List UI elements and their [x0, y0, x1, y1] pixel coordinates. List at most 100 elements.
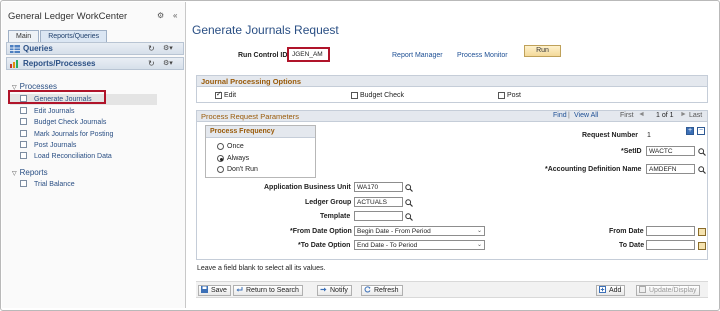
to-date-calendar-icon[interactable]: [698, 242, 706, 250]
accounting-definition-lookup-search-icon[interactable]: [698, 166, 706, 174]
business-unit-label: Application Business Unit: [264, 184, 351, 191]
page-icon: [20, 141, 27, 148]
highlight-run-control: [287, 47, 330, 62]
to-date-option-label: *To Date Option: [298, 242, 351, 249]
update-display-button[interactable]: Update/Display: [636, 285, 701, 296]
save-button[interactable]: Save: [198, 285, 231, 296]
update-display-icon: [639, 286, 646, 293]
process-monitor-link[interactable]: Process Monitor: [457, 52, 508, 59]
post-label: Post: [507, 92, 522, 99]
business-unit-input[interactable]: WA170: [354, 182, 403, 192]
next-row-icon[interactable]: ►: [680, 111, 687, 118]
page-icon: [20, 180, 27, 187]
expand-triangle-icon: ▽: [12, 171, 17, 177]
journal-options-header: Journal Processing Options: [197, 76, 707, 87]
reports-bar-chart-icon: [10, 60, 18, 68]
page-icon: [20, 152, 27, 159]
process-frequency-header: Process Frequency: [206, 126, 315, 138]
from-date-option-select[interactable]: Begin Date - From Period ⌄: [354, 226, 485, 236]
request-number-value: 1: [647, 132, 651, 139]
chevron-down-icon: ⌄: [476, 242, 482, 248]
nav-post-journals[interactable]: Post Journals: [20, 141, 76, 151]
edit-checkbox[interactable]: [215, 90, 222, 99]
chevron-down-icon: ⌄: [476, 228, 482, 234]
queries-refresh-icon[interactable]: ↻: [148, 44, 155, 53]
view-all-link[interactable]: View All: [574, 112, 598, 119]
queries-options-gear-icon[interactable]: ⚙▾: [163, 44, 173, 52]
find-link[interactable]: Find: [553, 112, 567, 119]
notify-button[interactable]: Notify: [317, 285, 352, 296]
reports-processes-pane-label: Reports/Processes: [23, 59, 96, 68]
frequency-dont-run-radio[interactable]: [217, 166, 224, 173]
nav-mark-journals-for-posting[interactable]: Mark Journals for Posting: [20, 130, 113, 140]
run-button[interactable]: Run: [524, 45, 561, 57]
frequency-dont-run-label: Don't Run: [227, 166, 258, 173]
tab-reports-queries[interactable]: Reports/Queries: [40, 30, 108, 42]
save-disk-icon: [201, 286, 208, 293]
tab-main[interactable]: Main: [8, 30, 40, 42]
workcenter-title: General Ledger WorkCenter: [8, 11, 128, 22]
from-date-label: From Date: [609, 228, 644, 235]
add-button[interactable]: Add: [596, 285, 626, 296]
highlight-generate-journals: [8, 90, 106, 104]
first-label[interactable]: First: [620, 112, 634, 119]
settings-gear-icon[interactable]: ⚙: [157, 11, 164, 20]
page-title: Generate Journals Request: [192, 23, 339, 37]
accounting-definition-input[interactable]: AMDEFN: [646, 164, 695, 174]
journal-options-group: Journal Processing Options: [196, 75, 708, 103]
reports-options-gear-icon[interactable]: ⚙▾: [163, 59, 173, 67]
nav-trial-balance[interactable]: Trial Balance: [20, 180, 75, 190]
previous-row-icon[interactable]: ◄: [638, 111, 645, 118]
nav-edit-journals[interactable]: Edit Journals: [20, 107, 74, 117]
nav-load-reconciliation-data[interactable]: Load Reconciliation Data: [20, 152, 112, 162]
reports-refresh-icon[interactable]: ↻: [148, 59, 155, 68]
edit-label: Edit: [224, 92, 237, 99]
frequency-always-label: Always: [227, 155, 250, 162]
frequency-always-radio[interactable]: [217, 155, 224, 162]
from-date-option-label: *From Date Option: [290, 228, 352, 235]
return-to-search-button[interactable]: Return to Search: [233, 285, 303, 296]
notify-arrow-icon: [320, 287, 327, 292]
setid-label: *SetID: [621, 148, 642, 155]
queries-pane-label: Queries: [23, 44, 53, 53]
post-checkbox[interactable]: [498, 92, 505, 99]
collapse-panel-icon[interactable]: «: [173, 11, 177, 20]
queries-pane-header[interactable]: Queries ↻ ⚙▾: [6, 42, 184, 55]
footer-note: Leave a field blank to select all its va…: [197, 265, 326, 272]
refresh-button[interactable]: Refresh: [361, 285, 403, 296]
reports-processes-pane-header[interactable]: Reports/Processes ↻ ⚙▾: [6, 57, 184, 70]
page-icon: [20, 118, 27, 125]
pager-count: 1 of 1: [656, 112, 674, 119]
to-date-label: To Date: [619, 242, 645, 249]
business-unit-lookup-search-icon[interactable]: [405, 184, 413, 192]
setid-input[interactable]: WACTC: [646, 146, 695, 156]
from-date-calendar-icon[interactable]: [698, 228, 706, 236]
template-input[interactable]: [354, 211, 403, 221]
delete-row-icon[interactable]: −: [697, 127, 705, 135]
workcenter-tabs: Main Reports/Queries: [8, 30, 108, 42]
ledger-group-lookup-search-icon[interactable]: [405, 199, 413, 207]
add-page-icon: [599, 286, 606, 293]
queries-grid-icon: [10, 45, 20, 53]
setid-lookup-search-icon[interactable]: [698, 148, 706, 156]
pager-separator: |: [568, 112, 570, 119]
from-date-input[interactable]: [646, 226, 695, 236]
last-label[interactable]: Last: [689, 112, 702, 119]
ledger-group-label: Ledger Group: [305, 199, 352, 206]
accounting-definition-label: *Accounting Definition Name: [545, 166, 642, 173]
budget-check-checkbox[interactable]: [351, 92, 358, 99]
report-manager-link[interactable]: Report Manager: [392, 52, 443, 59]
frequency-once-radio[interactable]: [217, 143, 224, 150]
template-lookup-search-icon[interactable]: [405, 213, 413, 221]
to-date-input[interactable]: [646, 240, 695, 250]
request-number-label: Request Number: [582, 132, 639, 139]
budget-check-label: Budget Check: [360, 92, 404, 99]
reports-section-heading[interactable]: ▽ Reports: [12, 168, 48, 177]
ledger-group-input[interactable]: ACTUALS: [354, 197, 403, 207]
process-frequency-heading: Process Frequency: [210, 128, 275, 135]
page-icon: [20, 130, 27, 137]
nav-budget-check-journals[interactable]: Budget Check Journals: [20, 118, 106, 128]
add-row-icon[interactable]: +: [686, 127, 694, 135]
template-label: Template: [320, 213, 351, 220]
to-date-option-select[interactable]: End Date - To Period ⌄: [354, 240, 485, 250]
